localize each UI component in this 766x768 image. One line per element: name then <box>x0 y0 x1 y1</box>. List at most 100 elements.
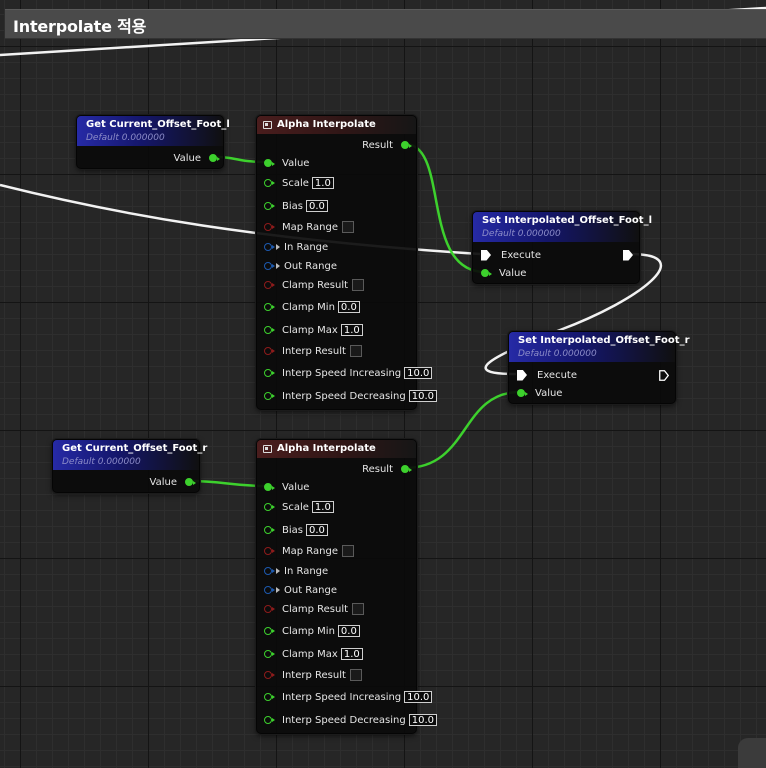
value-pin-row[interactable]: Value <box>517 386 562 400</box>
float-input-pin[interactable] <box>264 392 275 400</box>
execute-pin-row[interactable]: Execute <box>481 248 541 262</box>
speed-decreasing-value-field[interactable]: 10.0 <box>408 714 437 726</box>
float-input-pin[interactable] <box>264 202 275 210</box>
bias-value-field[interactable]: 0.0 <box>305 200 328 212</box>
bool-input-pin[interactable] <box>264 347 275 355</box>
speed-decreasing-pin-row[interactable]: Interp Speed Decreasing 10.0 <box>264 713 437 727</box>
map-range-pin-row[interactable]: Map Range <box>264 220 354 234</box>
interp-result-pin-row[interactable]: Interp Result <box>264 344 362 358</box>
speed-increasing-value-field[interactable]: 10.0 <box>404 691 433 703</box>
float-input-pin[interactable] <box>264 627 275 635</box>
float-input-pin[interactable] <box>264 716 275 724</box>
exec-output-row[interactable] <box>659 368 669 382</box>
scale-value-field[interactable]: 1.0 <box>311 177 334 189</box>
map-range-pin-row[interactable]: Map Range <box>264 544 354 558</box>
bool-input-pin[interactable] <box>264 547 275 555</box>
output-pin-row[interactable]: Value <box>150 475 196 489</box>
float-output-pin[interactable] <box>401 465 412 473</box>
struct-input-pin[interactable] <box>264 243 275 251</box>
speed-increasing-value-field[interactable]: 10.0 <box>404 367 433 379</box>
map-range-checkbox[interactable] <box>341 545 354 557</box>
struct-input-pin[interactable] <box>264 586 275 594</box>
clamp-max-value-field[interactable]: 1.0 <box>340 324 363 336</box>
float-input-pin[interactable] <box>264 650 275 658</box>
exec-output-pin[interactable] <box>659 369 669 381</box>
speed-decreasing-value-field[interactable]: 10.0 <box>408 390 437 402</box>
float-output-pin[interactable] <box>185 478 196 486</box>
execute-pin-row[interactable]: Execute <box>517 368 577 382</box>
exec-input-pin[interactable] <box>481 249 491 261</box>
bias-pin-row[interactable]: Bias 0.0 <box>264 523 328 537</box>
map-range-checkbox[interactable] <box>341 221 354 233</box>
struct-input-pin[interactable] <box>264 567 275 575</box>
out-range-pin-row[interactable]: Out Range <box>264 583 337 597</box>
float-output-pin[interactable] <box>401 141 412 149</box>
clamp-result-checkbox[interactable] <box>352 603 365 615</box>
expand-arrow-icon[interactable] <box>276 587 280 593</box>
output-pin-row[interactable]: Value <box>174 151 220 165</box>
exec-output-row[interactable] <box>623 248 633 262</box>
float-input-pin[interactable] <box>264 326 275 334</box>
get-offset-foot-l-node[interactable]: Get Current_Offset_Foot_l Default 0.0000… <box>76 115 230 169</box>
float-input-pin[interactable] <box>264 503 275 511</box>
comment-box-header[interactable]: Interpolate 적용 <box>5 9 766 39</box>
in-range-pin-row[interactable]: In Range <box>264 240 328 254</box>
clamp-result-checkbox[interactable] <box>352 279 365 291</box>
float-input-pin[interactable] <box>264 693 275 701</box>
interp-result-checkbox[interactable] <box>349 669 362 681</box>
interp-result-pin-row[interactable]: Interp Result <box>264 668 362 682</box>
in-range-pin-row[interactable]: In Range <box>264 564 328 578</box>
node-header: Alpha Interpolate <box>257 116 416 134</box>
result-output-row[interactable]: Result <box>362 462 412 476</box>
interp-result-checkbox[interactable] <box>349 345 362 357</box>
bool-input-pin[interactable] <box>264 223 275 231</box>
clamp-result-pin-row[interactable]: Clamp Result <box>264 278 365 292</box>
float-input-pin[interactable] <box>264 369 275 377</box>
out-range-pin-row[interactable]: Out Range <box>264 259 337 273</box>
value-pin-row[interactable]: Value <box>264 156 309 170</box>
bool-input-pin[interactable] <box>264 605 275 613</box>
get-offset-foot-r-node[interactable]: Get Current_Offset_Foot_r Default 0.0000… <box>52 439 207 493</box>
float-input-pin[interactable] <box>264 179 275 187</box>
exec-output-pin[interactable] <box>623 249 633 261</box>
node-header: Alpha Interpolate <box>257 440 416 458</box>
clamp-result-pin-row[interactable]: Clamp Result <box>264 602 365 616</box>
struct-input-pin[interactable] <box>264 262 275 270</box>
clamp-min-value-field[interactable]: 0.0 <box>337 301 360 313</box>
clamp-min-value-field[interactable]: 0.0 <box>337 625 360 637</box>
set-offset-foot-l-node[interactable]: Set Interpolated_Offset_Foot_l Default 0… <box>472 211 652 284</box>
clamp-max-value-field[interactable]: 1.0 <box>340 648 363 660</box>
value-pin-row[interactable]: Value <box>264 480 309 494</box>
expand-arrow-icon[interactable] <box>276 244 280 250</box>
float-input-pin[interactable] <box>264 159 275 167</box>
scale-pin-row[interactable]: Scale 1.0 <box>264 176 334 190</box>
result-output-row[interactable]: Result <box>362 138 412 152</box>
float-output-pin[interactable] <box>209 154 220 162</box>
scale-value-field[interactable]: 1.0 <box>311 501 334 513</box>
alpha-interpolate-node-bottom[interactable]: Alpha Interpolate Result Value Scale 1.0… <box>256 439 437 734</box>
float-input-pin[interactable] <box>264 526 275 534</box>
float-input-pin[interactable] <box>264 483 275 491</box>
scale-pin-row[interactable]: Scale 1.0 <box>264 500 334 514</box>
expand-arrow-icon[interactable] <box>276 263 280 269</box>
set-offset-foot-r-node[interactable]: Set Interpolated_Offset_Foot_r Default 0… <box>508 331 690 404</box>
alpha-interpolate-node-top[interactable]: Alpha Interpolate Result Value Scale 1.0… <box>256 115 437 410</box>
bias-pin-row[interactable]: Bias 0.0 <box>264 199 328 213</box>
bias-value-field[interactable]: 0.0 <box>305 524 328 536</box>
clamp-max-pin-row[interactable]: Clamp Max 1.0 <box>264 323 363 337</box>
expand-arrow-icon[interactable] <box>276 568 280 574</box>
bool-input-pin[interactable] <box>264 281 275 289</box>
float-input-pin[interactable] <box>264 303 275 311</box>
clamp-min-pin-row[interactable]: Clamp Min 0.0 <box>264 300 360 314</box>
clamp-max-pin-row[interactable]: Clamp Max 1.0 <box>264 647 363 661</box>
clamp-min-pin-row[interactable]: Clamp Min 0.0 <box>264 624 360 638</box>
float-input-pin[interactable] <box>481 269 492 277</box>
speed-increasing-pin-row[interactable]: Interp Speed Increasing 10.0 <box>264 366 433 380</box>
bool-input-pin[interactable] <box>264 671 275 679</box>
speed-decreasing-pin-row[interactable]: Interp Speed Decreasing 10.0 <box>264 389 437 403</box>
speed-increasing-pin-row[interactable]: Interp Speed Increasing 10.0 <box>264 690 433 704</box>
exec-input-pin[interactable] <box>517 369 527 381</box>
pin-label: Interp Result <box>282 669 346 681</box>
float-input-pin[interactable] <box>517 389 528 397</box>
value-pin-row[interactable]: Value <box>481 266 526 280</box>
